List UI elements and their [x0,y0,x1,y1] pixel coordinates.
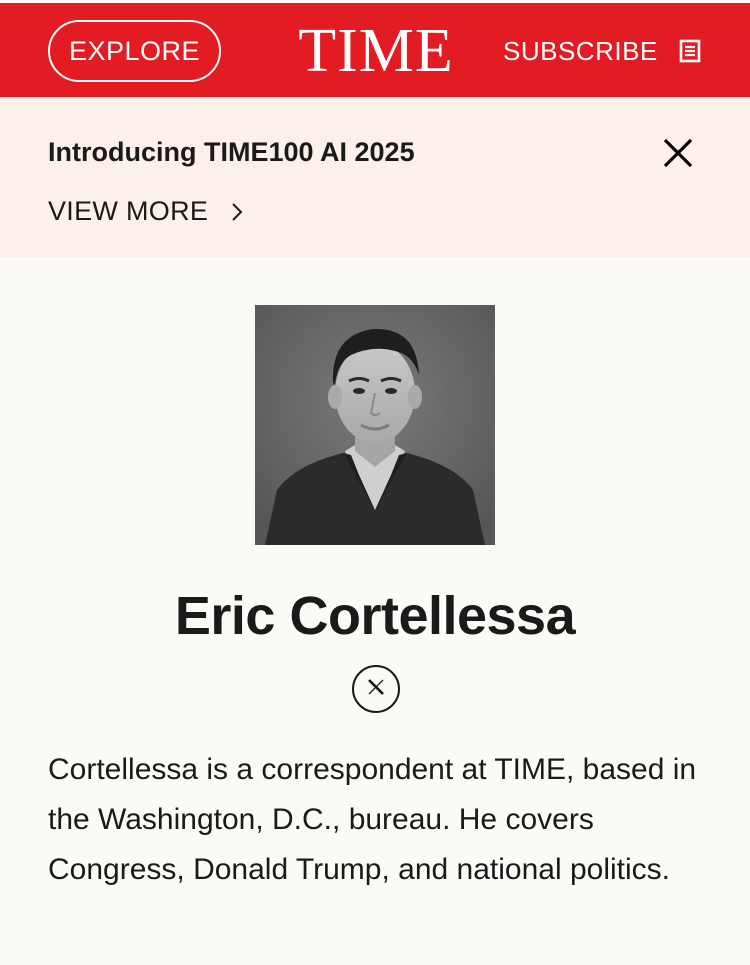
site-header: EXPLORE TIME SUBSCRIBE [0,3,750,97]
x-icon [367,678,385,701]
explore-button[interactable]: EXPLORE [48,20,221,82]
logo-text: TIME [298,17,454,85]
author-name: Eric Cortellessa [174,586,576,646]
view-more-label: VIEW MORE [48,196,209,226]
promo-banner: Introducing TIME100 AI 2025 VIEW MORE [0,97,750,257]
subscribe-button[interactable]: SUBSCRIBE [503,33,701,69]
chevron-right-icon [230,201,244,223]
time-logo[interactable]: TIME [290,17,462,85]
subscribe-label: SUBSCRIBE [503,35,658,66]
author-photo [255,305,495,545]
view-more-link[interactable]: VIEW MORE [48,196,244,227]
close-icon[interactable] [662,137,694,169]
document-icon [679,39,701,63]
x-social-link[interactable] [352,665,400,713]
banner-title: Introducing TIME100 AI 2025 [48,137,415,167]
explore-label: EXPLORE [68,35,201,66]
author-bio: Cortellessa is a correspondent at TIME, … [48,753,697,886]
